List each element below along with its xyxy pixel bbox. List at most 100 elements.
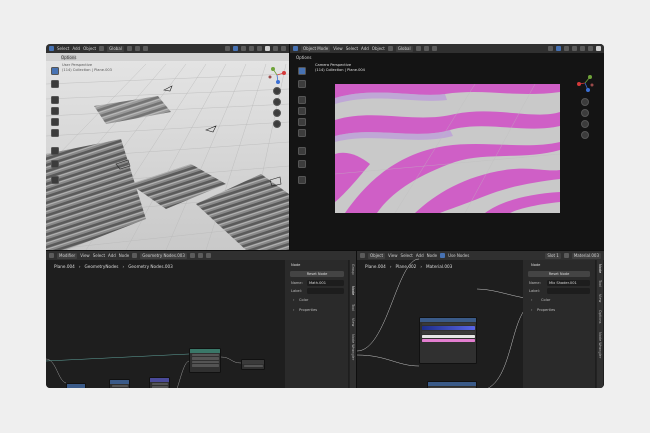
node-math-1[interactable] — [66, 383, 86, 388]
tool-rotate[interactable] — [51, 107, 59, 115]
shading-solid-icon[interactable] — [265, 46, 270, 51]
left-viewport[interactable]: Select Add Object Global Options User Pe… — [46, 44, 289, 250]
snap-icon[interactable] — [134, 46, 140, 51]
pivot-icon[interactable] — [415, 46, 421, 51]
tool-measure[interactable] — [298, 160, 306, 168]
right-viewport[interactable]: Object Mode View Select Add Object Globa… — [290, 44, 604, 250]
zoom-icon[interactable] — [581, 98, 589, 106]
overlay-icon[interactable] — [241, 46, 246, 51]
pan-hand-icon[interactable] — [581, 109, 589, 117]
horizontal-area-divider[interactable] — [46, 250, 604, 251]
tool-move[interactable] — [298, 96, 306, 104]
tab-view[interactable]: View — [598, 294, 602, 302]
shading-material-icon[interactable] — [273, 46, 278, 51]
tool-annotate[interactable] — [298, 147, 306, 155]
tool-move[interactable] — [51, 96, 59, 104]
menu-object[interactable]: Object — [372, 46, 385, 51]
node-set-position[interactable] — [189, 348, 221, 373]
tool-cursor[interactable] — [298, 80, 306, 88]
tab-options[interactable]: Options — [598, 310, 602, 324]
menu-object[interactable]: Object — [83, 46, 96, 51]
menu-select[interactable]: Select — [57, 46, 69, 51]
overlay-icon[interactable] — [564, 46, 569, 51]
node-math-2[interactable] — [109, 379, 130, 388]
proportional-icon[interactable] — [431, 46, 437, 51]
vertical-area-divider[interactable] — [289, 44, 290, 250]
tool-select-box[interactable] — [298, 67, 306, 75]
tab-tool[interactable]: Tool — [351, 304, 355, 311]
tab-group[interactable]: Group — [351, 264, 355, 275]
viewport-editor-icon[interactable] — [293, 46, 298, 51]
left-viewport-header: Select Add Object Global — [46, 44, 289, 53]
navigation-gizmo[interactable] — [576, 74, 594, 92]
tool-transform[interactable] — [51, 129, 59, 137]
tool-add-cube[interactable] — [298, 176, 306, 184]
node-multiply[interactable] — [149, 377, 170, 388]
geo-name-field[interactable]: Math.001 — [307, 280, 344, 286]
viewport-editor-icon[interactable] — [49, 46, 54, 51]
geo-sidebar-section[interactable]: Node — [291, 263, 300, 267]
menu-select[interactable]: Select — [346, 46, 358, 51]
tab-tool[interactable]: Tool — [598, 280, 602, 287]
gizmo-icon[interactable] — [233, 46, 238, 51]
shading-solid-icon[interactable] — [580, 46, 585, 51]
node-color-ramp-2[interactable] — [427, 381, 477, 388]
menu-add[interactable]: Add — [72, 46, 80, 51]
tool-rotate[interactable] — [298, 107, 306, 115]
geo-label-field[interactable] — [307, 288, 344, 294]
tool-transform[interactable] — [298, 129, 306, 137]
geo-properties-panel[interactable]: Properties — [299, 308, 317, 312]
geo-reset-node-button[interactable]: Reset Node — [290, 271, 344, 277]
tool-scale[interactable] — [51, 118, 59, 126]
viewport-overlay-text: User Perspective (114) Collection | Plan… — [62, 63, 112, 73]
menu-add[interactable]: Add — [361, 46, 369, 51]
camera-view-icon[interactable] — [581, 120, 589, 128]
shading-material-icon[interactable] — [588, 46, 593, 51]
shading-rendered-icon[interactable] — [596, 46, 601, 51]
perspective-toggle-icon[interactable] — [273, 120, 281, 128]
shader-name-field[interactable]: Mix Shader.001 — [547, 280, 590, 286]
node-color-ramp-1[interactable] — [419, 317, 477, 364]
tool-add-cube[interactable] — [51, 176, 59, 184]
gizmo-icon[interactable] — [556, 46, 561, 51]
snap-icon[interactable] — [423, 46, 429, 51]
shader-properties-panel[interactable]: Properties — [537, 308, 555, 312]
tab-node-wrangler[interactable]: Node Wrangler — [351, 334, 355, 360]
orientation-dropdown[interactable]: Global — [395, 45, 413, 52]
options-button[interactable]: Options — [61, 54, 77, 60]
tool-select-box[interactable] — [51, 67, 59, 75]
visibility-icon[interactable] — [225, 46, 230, 51]
navigation-gizmo[interactable] — [268, 66, 286, 84]
shading-rendered-icon[interactable] — [281, 46, 286, 51]
orientation-dropdown[interactable]: Global — [107, 45, 124, 52]
options-button[interactable]: Options — [296, 55, 311, 60]
tool-annotate[interactable] — [51, 147, 59, 155]
menu-view[interactable]: View — [333, 46, 343, 51]
tool-measure[interactable] — [51, 160, 59, 168]
vertical-area-divider[interactable] — [356, 251, 357, 388]
visibility-icon[interactable] — [548, 46, 553, 51]
pivot-icon[interactable] — [126, 46, 132, 51]
tool-scale[interactable] — [298, 118, 306, 126]
tab-node-wrangler[interactable]: Node Wrangler — [598, 332, 602, 358]
shader-color-toggle[interactable]: Color — [541, 298, 550, 302]
geo-name-label: Name: — [291, 281, 303, 285]
perspective-toggle-icon[interactable] — [581, 131, 589, 139]
shading-wire-icon[interactable] — [257, 46, 262, 51]
shader-label-field[interactable] — [547, 288, 590, 294]
shading-wire-icon[interactable] — [572, 46, 577, 51]
node-group-output[interactable] — [241, 359, 265, 370]
mode-dropdown[interactable]: Object Mode — [301, 45, 331, 52]
zoom-icon[interactable] — [273, 87, 281, 95]
proportional-icon[interactable] — [142, 46, 148, 51]
tool-cursor[interactable] — [51, 80, 59, 88]
tab-node[interactable]: Node — [598, 264, 602, 273]
geo-color-toggle[interactable]: Color — [299, 298, 308, 302]
pan-hand-icon[interactable] — [273, 98, 281, 106]
tab-view[interactable]: View — [351, 318, 355, 326]
shader-reset-node-button[interactable]: Reset Node — [528, 271, 590, 277]
xray-icon[interactable] — [249, 46, 254, 51]
shader-sidebar-section[interactable]: Node — [531, 263, 540, 267]
tab-node[interactable]: Node — [351, 286, 355, 295]
camera-view-icon[interactable] — [273, 109, 281, 117]
